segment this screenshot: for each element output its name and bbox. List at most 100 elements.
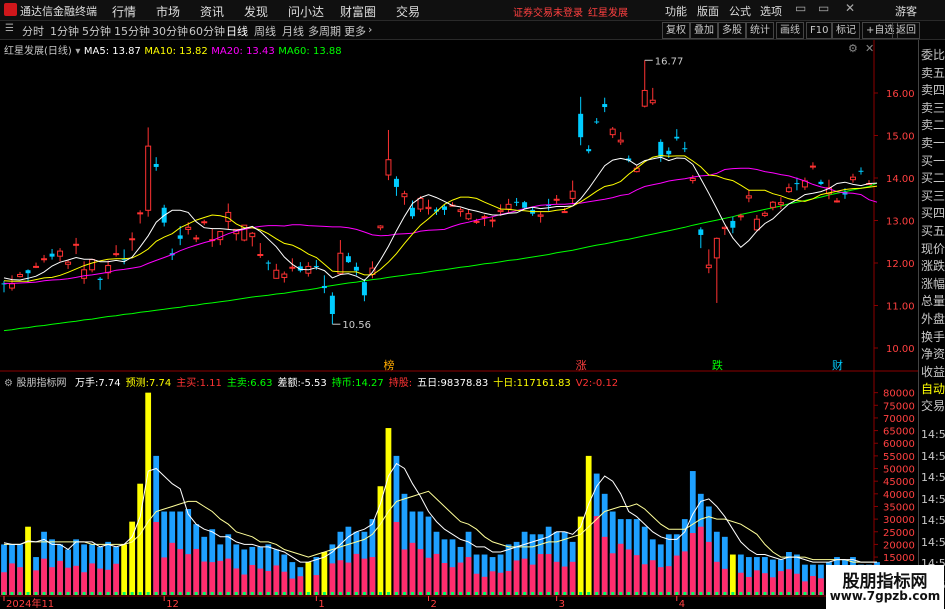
right-panel-item-12[interactable]: 涨跌: [921, 257, 945, 274]
volume-bar-20: [161, 511, 168, 595]
mark-button[interactable]: 标记: [832, 22, 860, 39]
login-warning[interactable]: 证券交易未登录: [513, 4, 583, 19]
chart-close-icon[interactable]: ✕: [865, 42, 874, 55]
volume-dot-29: [234, 592, 238, 595]
volume-dot-87: [699, 592, 703, 595]
minimize-icon[interactable]: ▭: [795, 1, 806, 15]
chart-gear-icon[interactable]: ⚙: [848, 42, 858, 55]
restore-icon[interactable]: ▭: [818, 1, 829, 15]
candle-body-93: [745, 195, 752, 199]
right-panel-item-18[interactable]: 收益: [921, 363, 945, 380]
volume-bar-88: [705, 506, 712, 595]
right-panel-item-20[interactable]: 交易: [921, 397, 945, 414]
right-panel-item-19[interactable]: 自动: [921, 380, 945, 397]
volume-bar-22: [177, 511, 184, 595]
volume-bar-13: [105, 541, 112, 595]
volume-dot-43: [346, 592, 350, 595]
right-panel-item-5[interactable]: 卖一: [921, 134, 945, 151]
menu-market[interactable]: 市场: [156, 3, 180, 20]
f10-button[interactable]: F10: [806, 22, 833, 39]
adjust-button[interactable]: 复权: [662, 22, 690, 39]
right-panel-item-13[interactable]: 涨幅: [921, 275, 945, 292]
volume-bar-78: [625, 519, 632, 595]
volume-bar-10: [81, 544, 87, 595]
candle-33: [265, 260, 271, 271]
overlay-button[interactable]: 叠加: [690, 22, 718, 39]
candle-37: [297, 262, 303, 273]
stats-button[interactable]: 统计: [746, 22, 774, 39]
menu-trade[interactable]: 交易: [396, 3, 420, 20]
menu-options[interactable]: 选项: [760, 3, 782, 19]
period-60min[interactable]: 60分钟: [189, 23, 225, 39]
volume-bar-64: [513, 541, 520, 595]
back-button[interactable]: 返回: [892, 22, 920, 39]
period-daily[interactable]: 日线: [226, 23, 248, 39]
period-more[interactable]: 更多: [344, 23, 366, 39]
volume-dot-51: [410, 592, 414, 595]
volume-bar-29: [233, 544, 240, 595]
volume-bar-46: [369, 519, 376, 595]
menu-news[interactable]: 资讯: [200, 3, 224, 20]
period-30min[interactable]: 30分钟: [152, 23, 188, 39]
menu-wealth[interactable]: 财富圈: [340, 3, 376, 20]
right-panel-item-0[interactable]: 委比: [921, 46, 945, 63]
right-panel-item-17[interactable]: 净资: [921, 345, 945, 362]
volume-bar-red-82: [657, 567, 664, 595]
right-panel-item-15[interactable]: 外盘: [921, 310, 945, 327]
right-panel-item-6[interactable]: 买一: [921, 152, 945, 169]
period-1min[interactable]: 1分钟: [50, 23, 79, 39]
period-monthly[interactable]: 月线: [282, 23, 304, 39]
menu-function[interactable]: 功能: [665, 3, 687, 19]
vol-tick-label-7: 50000: [883, 465, 915, 476]
candle-body-80: [641, 89, 648, 107]
draw-line-button[interactable]: 画线: [776, 22, 804, 39]
period-multi[interactable]: 多周期: [308, 23, 341, 39]
right-panel-item-14[interactable]: 总量: [921, 292, 945, 309]
candle-body-28: [225, 211, 232, 222]
candle-body-5: [41, 258, 48, 261]
volume-bar-80: [641, 526, 648, 595]
volume-bar-71: [569, 541, 576, 595]
menu-quotes[interactable]: 行情: [112, 3, 136, 20]
right-panel-item-9[interactable]: 买四: [921, 204, 945, 221]
volume-dot-99: [795, 592, 799, 595]
right-panel-item-3[interactable]: 卖三: [921, 99, 945, 116]
period-5min[interactable]: 5分钟: [82, 23, 111, 39]
right-panel-item-8[interactable]: 买三: [921, 187, 945, 204]
multi-stock-button[interactable]: 多股: [718, 22, 746, 39]
volume-dot-97: [779, 592, 783, 595]
menu-discover[interactable]: 发现: [244, 3, 268, 20]
right-panel-item-7[interactable]: 买二: [921, 169, 945, 186]
volume-dot-94: [755, 592, 759, 595]
menu-layout[interactable]: 版面: [697, 3, 719, 19]
volume-dot-58: [467, 592, 471, 595]
candle-body-42: [337, 252, 344, 275]
close-icon[interactable]: ✕: [845, 1, 855, 15]
right-panel-item-10[interactable]: 买五: [921, 222, 945, 239]
right-panel-item-2[interactable]: 卖四: [921, 81, 945, 98]
event-marker-3: 财: [832, 358, 843, 372]
right-panel-item-16[interactable]: 换手: [921, 328, 945, 345]
right-panel-item-11[interactable]: 现价: [921, 240, 945, 257]
right-panel-item-1[interactable]: 卖五: [921, 64, 945, 81]
volume-bar-red-44: [353, 553, 360, 595]
menu-ask[interactable]: 问小达: [288, 3, 324, 20]
period-intraday[interactable]: 分时: [22, 23, 44, 39]
period-15min[interactable]: 15分钟: [114, 23, 150, 39]
volume-dot-95: [763, 592, 767, 595]
volume-bar-45: [361, 531, 368, 595]
menu-formula[interactable]: 公式: [729, 3, 751, 19]
period-weekly[interactable]: 周线: [254, 23, 276, 39]
indicator-settings-icon[interactable]: ⚙: [4, 378, 13, 389]
volume-dot-83: [667, 592, 671, 595]
volume-bar-77: [617, 519, 624, 595]
volume-dot-9: [74, 592, 78, 595]
candlestick-layer: [1, 60, 872, 325]
volume-dot-19: [154, 592, 158, 595]
stock-chart[interactable]: 10.00 11.00 12.00 13.00 14.00 15.00 16.00 16.7…: [0, 40, 918, 609]
more-chevron-icon[interactable]: ›: [368, 23, 372, 36]
toolbar-menu-icon[interactable]: ☰: [5, 23, 14, 34]
chart-settings-icon[interactable]: ▾: [75, 46, 80, 57]
right-panel-item-4[interactable]: 卖二: [921, 116, 945, 133]
guest-label[interactable]: 游客: [895, 3, 917, 19]
